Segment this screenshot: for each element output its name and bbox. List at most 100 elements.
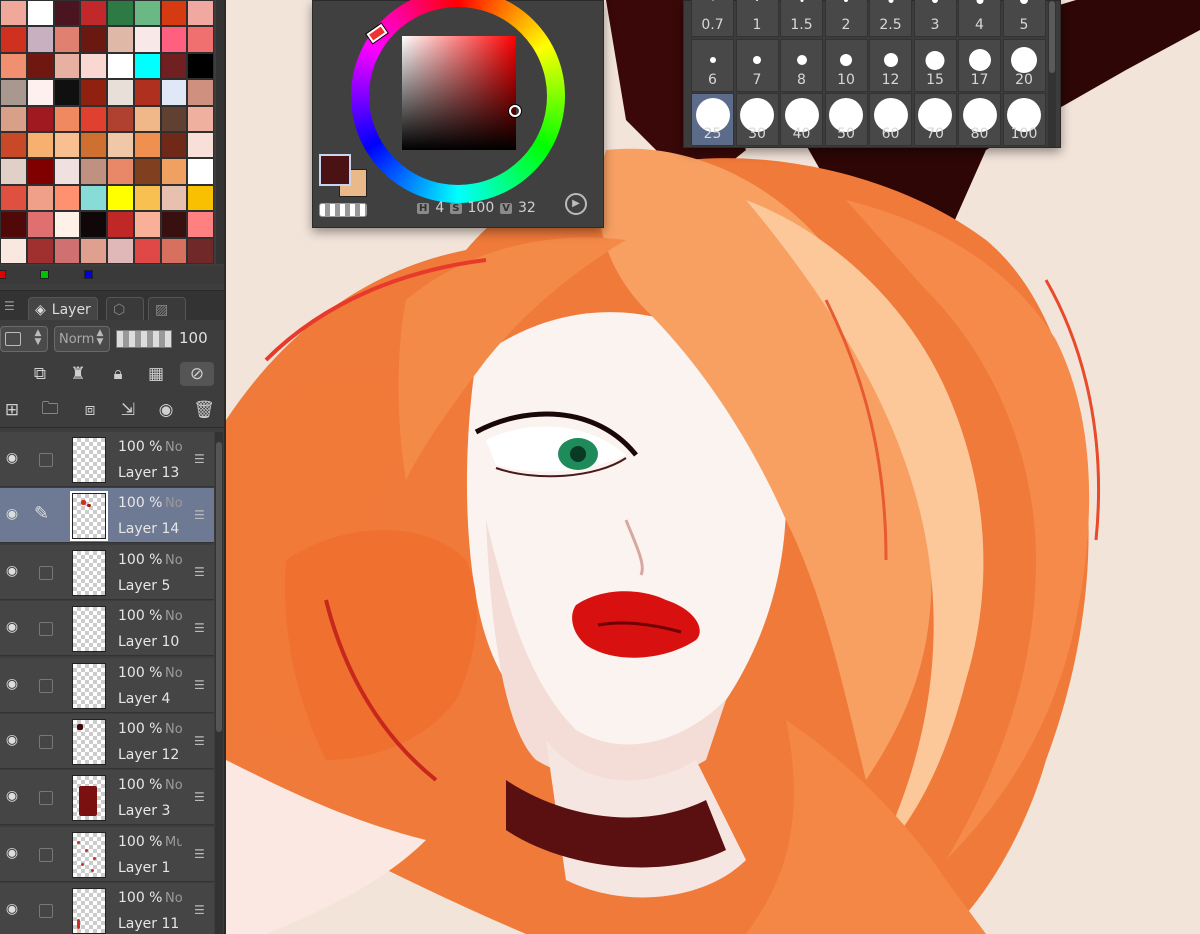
- layer-menu-icon[interactable]: ☰: [194, 847, 205, 861]
- layer-row[interactable]: ◉ 100 % No Layer 10 ☰: [0, 601, 214, 657]
- tab-navigator[interactable]: ▨: [148, 297, 186, 321]
- layer-edit-checkbox[interactable]: [39, 565, 53, 580]
- color-swatch[interactable]: [133, 237, 161, 264]
- color-swatch[interactable]: [53, 131, 81, 159]
- transparent-color-button[interactable]: [319, 203, 367, 217]
- color-set-scrollbar[interactable]: [216, 0, 224, 264]
- color-swatch[interactable]: [80, 131, 107, 159]
- color-swatch[interactable]: [160, 105, 188, 132]
- brush-size-option[interactable]: 4: [958, 0, 1001, 37]
- color-swatch[interactable]: [133, 211, 161, 238]
- color-swatch[interactable]: [53, 105, 81, 132]
- brush-size-option[interactable]: 60: [869, 93, 912, 146]
- opacity-slider[interactable]: [116, 330, 172, 348]
- color-swatch[interactable]: [0, 26, 27, 53]
- color-swatch[interactable]: [80, 211, 107, 238]
- color-swatch[interactable]: [80, 184, 107, 212]
- eye-icon[interactable]: ◉: [2, 845, 22, 863]
- sv-cursor[interactable]: [509, 105, 521, 117]
- layer-edit-checkbox[interactable]: [39, 678, 53, 693]
- layer-edit-checkbox[interactable]: [39, 735, 53, 749]
- layer-menu-icon[interactable]: ☰: [194, 565, 205, 579]
- color-swatch[interactable]: [133, 26, 161, 53]
- layer-edit-checkbox[interactable]: [39, 904, 53, 919]
- color-swatch[interactable]: [53, 52, 81, 80]
- eye-icon[interactable]: ◉: [2, 901, 22, 919]
- eye-icon[interactable]: ◉: [2, 563, 22, 581]
- layer-edit-checkbox[interactable]: [39, 622, 53, 637]
- color-swatch[interactable]: [0, 79, 27, 106]
- opacity-value[interactable]: 100: [179, 329, 208, 347]
- color-swatch[interactable]: [160, 131, 188, 159]
- layer-edit-checkbox[interactable]: [39, 453, 53, 467]
- brush-size-scroll-thumb[interactable]: [1049, 1, 1055, 73]
- layer-list-scrollbar[interactable]: [215, 432, 223, 934]
- brush-size-option[interactable]: 1.5: [780, 0, 823, 37]
- layer-scroll-thumb[interactable]: [216, 442, 222, 732]
- layer-menu-icon[interactable]: ☰: [194, 621, 205, 635]
- color-swatch[interactable]: [160, 79, 188, 106]
- color-swatch[interactable]: [80, 158, 107, 185]
- layer-row[interactable]: ◉ 100 % No Layer 13 ☰: [0, 432, 214, 487]
- color-swatch[interactable]: [187, 0, 214, 27]
- color-swatch[interactable]: [160, 0, 188, 27]
- color-swatch[interactable]: [133, 158, 161, 185]
- color-swatch[interactable]: [26, 52, 54, 80]
- brush-size-option[interactable]: 80: [958, 93, 1001, 146]
- layer-edit-checkbox[interactable]: [39, 791, 53, 806]
- layer-row[interactable]: ◉ 100 % Mu Layer 1 ☰: [0, 826, 214, 882]
- layer-row[interactable]: ◉ 100 % No Layer 3 ☰: [0, 770, 214, 826]
- color-swatch[interactable]: [107, 52, 134, 80]
- color-swatch[interactable]: [187, 26, 214, 53]
- brush-size-option[interactable]: 20: [1002, 39, 1046, 92]
- color-swatch[interactable]: [53, 237, 81, 264]
- merge-down-icon[interactable]: ⇲: [116, 398, 140, 422]
- color-swatch[interactable]: [107, 26, 134, 53]
- new-raster-layer-icon[interactable]: ⊞: [0, 398, 24, 422]
- eye-icon[interactable]: ◉: [2, 676, 22, 694]
- eye-icon[interactable]: ◉: [2, 788, 22, 806]
- tab-layer-property[interactable]: ⬡: [106, 297, 144, 321]
- brush-size-option[interactable]: 1: [735, 0, 779, 37]
- color-swatch[interactable]: [107, 105, 134, 132]
- layer-menu-icon[interactable]: ☰: [194, 678, 205, 692]
- color-swatch[interactable]: [26, 184, 54, 212]
- layer-row[interactable]: ◉ 100 % No Layer 4 ☰: [0, 657, 214, 713]
- layer-mask-icon[interactable]: ◉: [154, 398, 178, 422]
- color-swatch[interactable]: [133, 0, 161, 27]
- layer-row[interactable]: ◉ 100 % No Layer 12 ☰: [0, 714, 214, 769]
- brush-size-option[interactable]: 17: [958, 39, 1001, 92]
- layer-type-select[interactable]: ▲ ▼: [0, 326, 48, 352]
- color-swatch[interactable]: [107, 158, 134, 185]
- color-swatch[interactable]: [26, 237, 54, 264]
- layer-menu-icon[interactable]: ☰: [194, 790, 205, 804]
- color-swatch[interactable]: [26, 158, 54, 185]
- reference-layer-icon[interactable]: ♜: [66, 362, 90, 386]
- layer-row[interactable]: ◉ 100 % No Layer 11 ☰: [0, 883, 214, 934]
- mask-toggle-icon[interactable]: ⊘: [180, 362, 214, 386]
- color-swatch[interactable]: [0, 52, 27, 80]
- color-swatch[interactable]: [160, 52, 188, 80]
- color-swatch[interactable]: [53, 0, 81, 27]
- brush-size-option[interactable]: 12: [869, 39, 912, 92]
- brush-size-option[interactable]: 3: [913, 0, 957, 37]
- color-swatch[interactable]: [107, 131, 134, 159]
- eye-icon[interactable]: ◉: [2, 619, 22, 637]
- brush-size-option[interactable]: 5: [1002, 0, 1046, 37]
- color-swatch[interactable]: [133, 131, 161, 159]
- color-swatch[interactable]: [187, 131, 214, 159]
- brush-size-option[interactable]: 8: [780, 39, 823, 92]
- color-swatch[interactable]: [80, 237, 107, 264]
- layer-edit-checkbox[interactable]: [39, 847, 53, 862]
- color-swatch[interactable]: [133, 184, 161, 212]
- color-swatch[interactable]: [0, 184, 27, 212]
- color-swatch[interactable]: [107, 211, 134, 238]
- color-swatch[interactable]: [80, 0, 107, 27]
- brush-size-option[interactable]: 30: [735, 93, 779, 146]
- brush-size-option[interactable]: 100: [1002, 93, 1046, 146]
- color-swatch[interactable]: [133, 105, 161, 132]
- brush-size-option[interactable]: 0.7: [691, 0, 734, 37]
- color-swatch[interactable]: [187, 79, 214, 106]
- layer-menu-icon[interactable]: ☰: [194, 508, 205, 522]
- color-mode-play-icon[interactable]: ▶: [565, 193, 587, 215]
